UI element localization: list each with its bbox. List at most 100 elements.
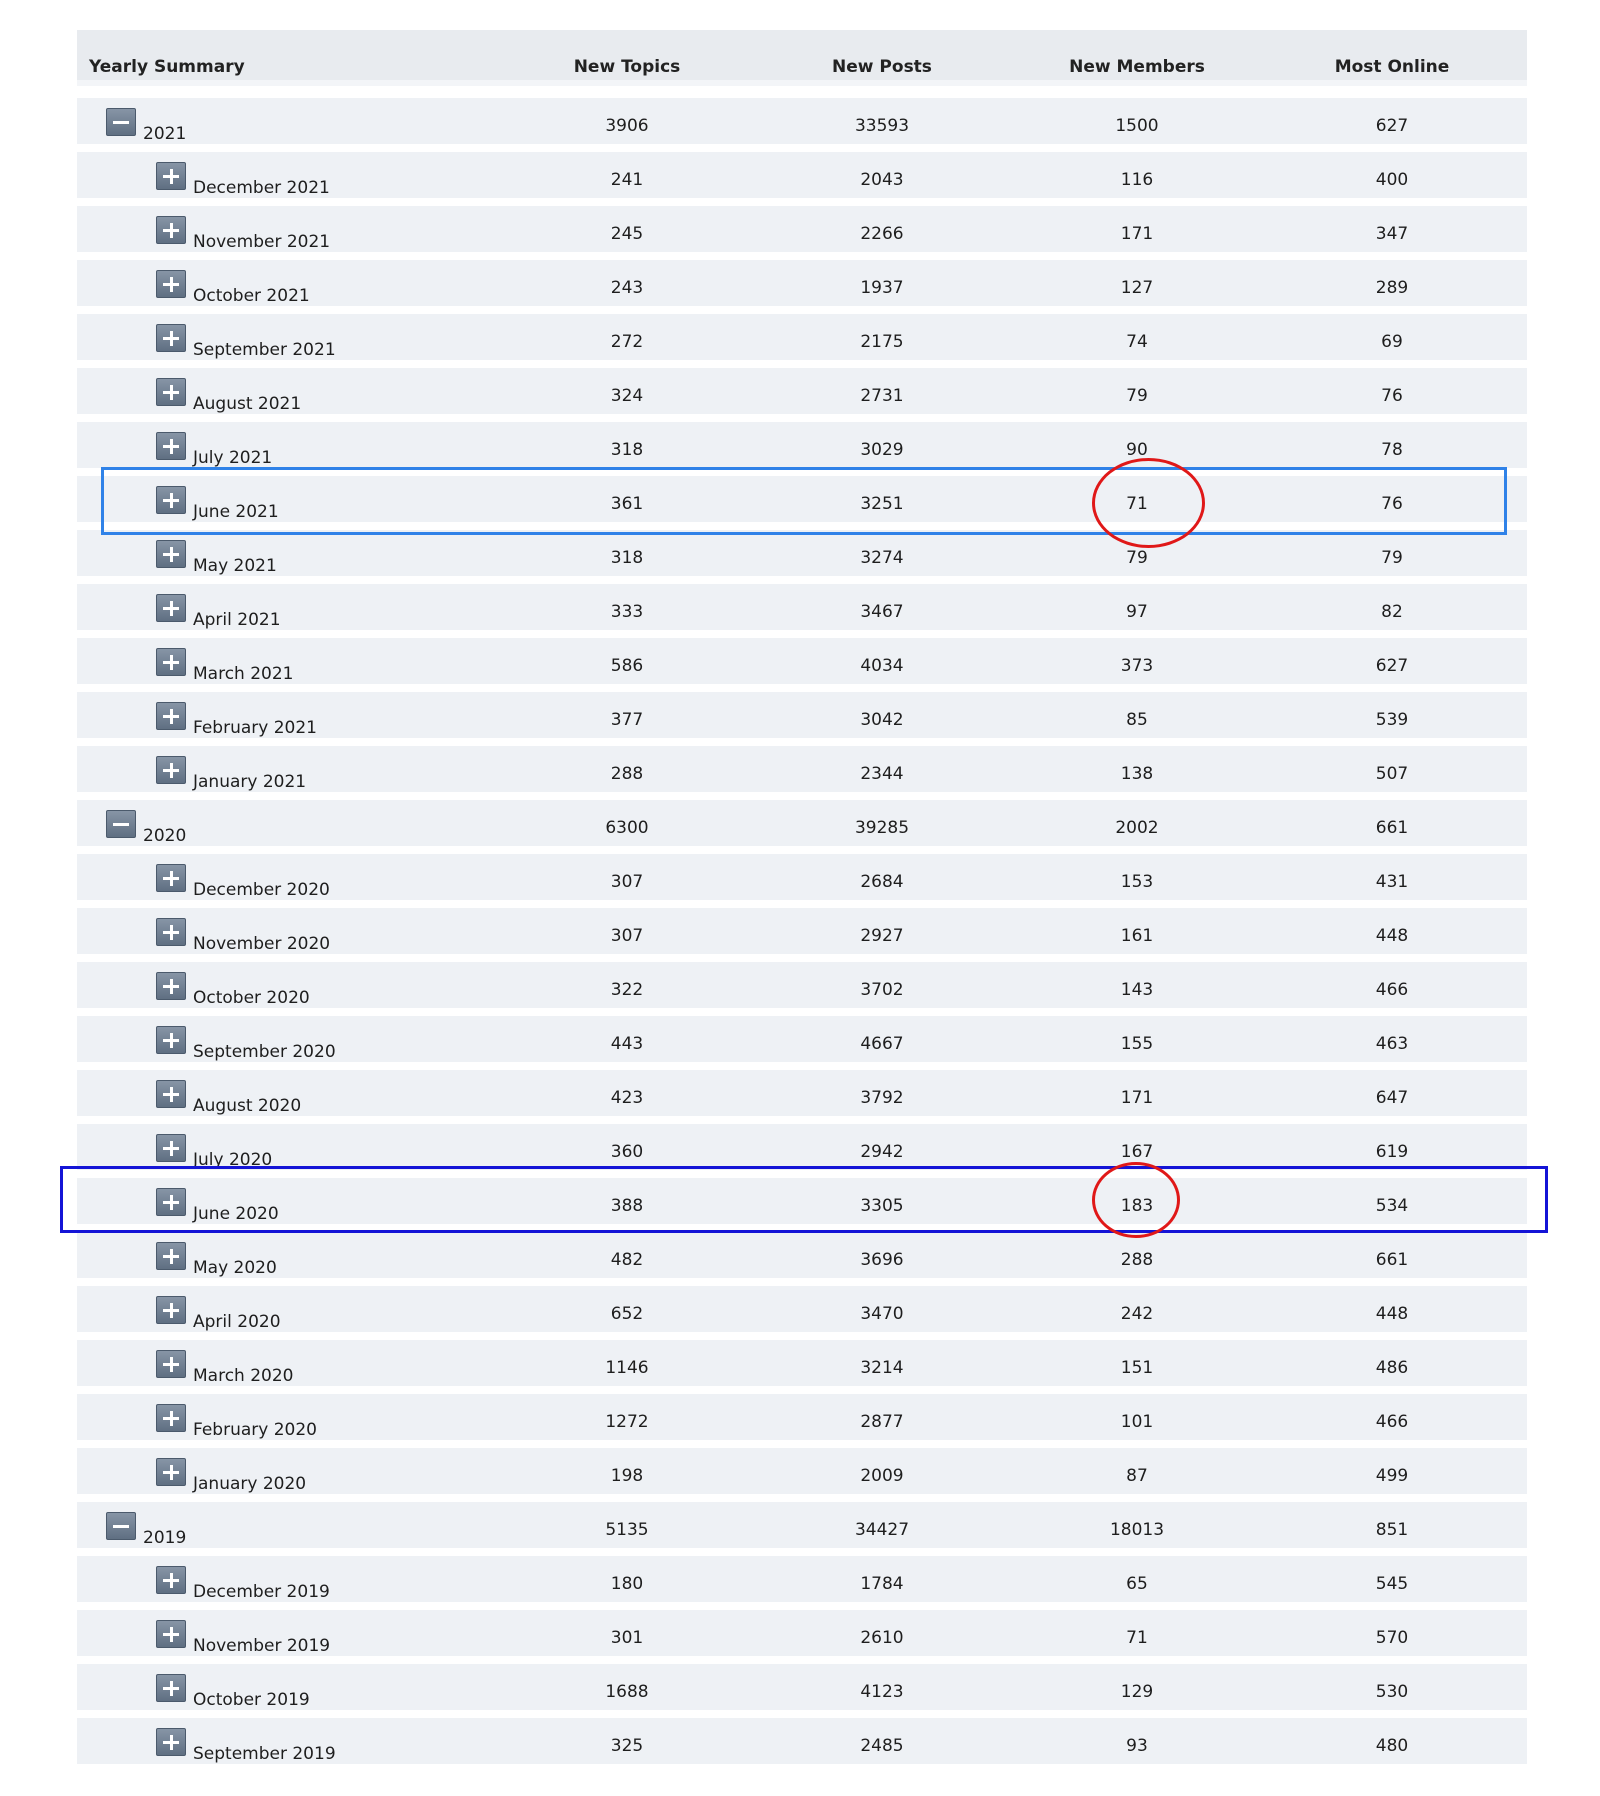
row-label: September 2020 — [193, 1042, 336, 1062]
cell-new-topics: 245 — [610, 224, 644, 244]
cell-most-online: 466 — [1375, 1412, 1409, 1432]
cell-new-topics: 586 — [610, 656, 644, 676]
cell-new-topics: 322 — [610, 980, 644, 1000]
month-row: March 2021 586 4034 373 627 — [77, 638, 1527, 692]
year-row: 2021 3906 33593 1500 627 — [77, 98, 1527, 152]
month-row: December 2020 307 2684 153 431 — [77, 854, 1527, 908]
expand-plus-icon[interactable] — [156, 1620, 186, 1648]
expand-plus-icon[interactable] — [156, 594, 186, 622]
cell-new-topics: 243 — [610, 278, 644, 298]
cell-new-topics: 1272 — [605, 1412, 649, 1432]
row-label: April 2021 — [193, 610, 281, 630]
cell-new-posts: 3702 — [860, 980, 904, 1000]
cell-new-posts: 2610 — [860, 1628, 904, 1648]
expand-plus-icon[interactable] — [156, 972, 186, 1000]
cell-most-online: 661 — [1375, 818, 1409, 838]
cell-most-online: 82 — [1381, 602, 1403, 622]
cell-most-online: 448 — [1375, 1304, 1409, 1324]
cell-new-posts: 3792 — [860, 1088, 904, 1108]
expand-plus-icon[interactable] — [156, 378, 186, 406]
cell-new-members: 79 — [1126, 548, 1148, 568]
cell-new-posts: 2266 — [860, 224, 904, 244]
expand-plus-icon[interactable] — [156, 1566, 186, 1594]
month-row: August 2021 324 2731 79 76 — [77, 368, 1527, 422]
month-row: December 2021 241 2043 116 400 — [77, 152, 1527, 206]
expand-plus-icon[interactable] — [156, 1350, 186, 1378]
cell-new-topics: 482 — [610, 1250, 644, 1270]
row-label: May 2021 — [193, 556, 277, 576]
cell-most-online: 400 — [1375, 170, 1409, 190]
expand-plus-icon[interactable] — [156, 1134, 186, 1162]
expand-plus-icon[interactable] — [156, 1242, 186, 1270]
expand-plus-icon[interactable] — [156, 1080, 186, 1108]
cell-new-members: 151 — [1120, 1358, 1154, 1378]
expand-plus-icon[interactable] — [156, 324, 186, 352]
cell-new-topics: 1688 — [605, 1682, 649, 1702]
cell-new-members: 65 — [1126, 1574, 1148, 1594]
cell-most-online: 530 — [1375, 1682, 1409, 1702]
month-row: January 2020 198 2009 87 499 — [77, 1448, 1527, 1502]
cell-new-posts: 2927 — [860, 926, 904, 946]
cell-new-members: 171 — [1120, 1088, 1154, 1108]
cell-new-topics: 325 — [610, 1736, 644, 1756]
expand-plus-icon[interactable] — [156, 702, 186, 730]
cell-new-topics: 652 — [610, 1304, 644, 1324]
row-label: August 2020 — [193, 1096, 302, 1116]
row-label: November 2019 — [193, 1636, 331, 1656]
expand-plus-icon[interactable] — [156, 540, 186, 568]
cell-new-posts: 33593 — [854, 116, 910, 136]
expand-plus-icon[interactable] — [156, 1728, 186, 1756]
collapse-minus-icon[interactable] — [106, 108, 136, 136]
cell-new-members: 143 — [1120, 980, 1154, 1000]
expand-plus-icon[interactable] — [156, 162, 186, 190]
cell-new-topics: 198 — [610, 1466, 644, 1486]
header-new-members: New Members — [1069, 57, 1205, 77]
collapse-minus-icon[interactable] — [106, 1512, 136, 1540]
cell-new-members: 155 — [1120, 1034, 1154, 1054]
expand-plus-icon[interactable] — [156, 864, 186, 892]
cell-new-topics: 388 — [610, 1196, 644, 1216]
row-label: January 2020 — [193, 1474, 307, 1494]
cell-most-online: 78 — [1381, 440, 1403, 460]
row-label: July 2021 — [193, 448, 273, 468]
cell-new-posts: 39285 — [854, 818, 910, 838]
row-label: December 2019 — [193, 1582, 330, 1602]
cell-new-topics: 241 — [610, 170, 644, 190]
cell-new-members: 183 — [1120, 1196, 1154, 1216]
collapse-minus-icon[interactable] — [106, 810, 136, 838]
expand-plus-icon[interactable] — [156, 1188, 186, 1216]
cell-new-posts: 3042 — [860, 710, 904, 730]
expand-plus-icon[interactable] — [156, 1458, 186, 1486]
cell-new-topics: 324 — [610, 386, 644, 406]
cell-most-online: 570 — [1375, 1628, 1409, 1648]
month-row: October 2019 1688 4123 129 530 — [77, 1664, 1527, 1718]
cell-new-members: 153 — [1120, 872, 1154, 892]
expand-plus-icon[interactable] — [156, 918, 186, 946]
month-row: November 2019 301 2610 71 570 — [77, 1610, 1527, 1664]
cell-new-members: 373 — [1120, 656, 1154, 676]
expand-plus-icon[interactable] — [156, 648, 186, 676]
cell-new-topics: 318 — [610, 440, 644, 460]
cell-new-members: 1500 — [1115, 116, 1159, 136]
cell-new-members: 87 — [1126, 1466, 1148, 1486]
expand-plus-icon[interactable] — [156, 1674, 186, 1702]
cell-new-posts: 2344 — [860, 764, 904, 784]
expand-plus-icon[interactable] — [156, 756, 186, 784]
expand-plus-icon[interactable] — [156, 1026, 186, 1054]
row-label: March 2021 — [193, 664, 294, 684]
cell-new-members: 161 — [1120, 926, 1154, 946]
row-label: 2020 — [143, 826, 187, 846]
cell-new-topics: 6300 — [605, 818, 649, 838]
month-row: May 2020 482 3696 288 661 — [77, 1232, 1527, 1286]
expand-plus-icon[interactable] — [156, 486, 186, 514]
expand-plus-icon[interactable] — [156, 432, 186, 460]
expand-plus-icon[interactable] — [156, 1404, 186, 1432]
header-yearly-summary: Yearly Summary — [89, 57, 245, 77]
month-row: March 2020 1146 3214 151 486 — [77, 1340, 1527, 1394]
expand-plus-icon[interactable] — [156, 270, 186, 298]
cell-most-online: 448 — [1375, 926, 1409, 946]
cell-new-posts: 4667 — [860, 1034, 904, 1054]
expand-plus-icon[interactable] — [156, 1296, 186, 1324]
expand-plus-icon[interactable] — [156, 216, 186, 244]
year-row: 2020 6300 39285 2002 661 — [77, 800, 1527, 854]
